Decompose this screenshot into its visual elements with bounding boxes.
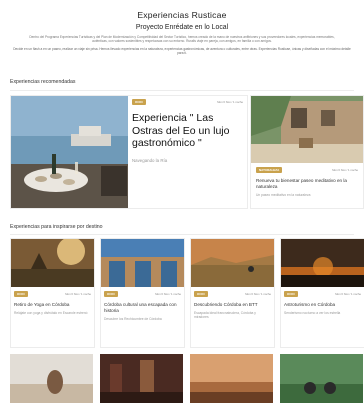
card-image — [281, 239, 364, 287]
featured-image — [11, 96, 128, 208]
card-title[interactable]: Retiro de Yoga en Córdoba — [14, 302, 91, 308]
category-badge: NATURALEZA — [256, 167, 283, 173]
category-badge: OCIO — [104, 291, 118, 297]
date-label: Mon 6 Nov / 1 noche — [65, 292, 91, 296]
card-title[interactable]: Renueva tu bienestar paseo meditativo en… — [256, 178, 358, 190]
date-label: Mon 6 Nov / 1 noche — [332, 168, 358, 172]
side-experience-card[interactable]: NATURALEZA Mon 6 Nov / 1 noche Renueva t… — [250, 95, 364, 209]
card-title[interactable]: Descubriendo Córdoba en BTT — [194, 302, 271, 308]
experience-card[interactable]: OCIO Mon 6 Nov / 1 noche Astroturismo en… — [280, 238, 364, 348]
divider — [10, 90, 354, 91]
featured-description: Navegando la Ría — [132, 157, 168, 163]
featured-body: OCIO Mon 6 Nov / 1 noche Experiencia " L… — [132, 99, 243, 208]
card-description: Relájate con yoga y disfrútalo en Escaro… — [14, 310, 88, 315]
card-description: Un paseo meditativo en la naturaleza — [256, 192, 311, 197]
section-title-recommended: Experiencias recomendadas — [10, 79, 76, 85]
card-description: Descubre los Rechicumbre de Córdoba — [104, 316, 162, 321]
intro-paragraph-2: Decide en un flash a en un paseo, realiz… — [13, 47, 351, 56]
experience-thumbnail[interactable] — [100, 354, 183, 403]
card-title[interactable]: Córdoba cultural una escapada con histor… — [104, 302, 181, 314]
more-experiences-row — [10, 354, 363, 403]
side-card-image — [251, 96, 363, 163]
experience-thumbnail[interactable] — [10, 354, 93, 403]
destination-cards: OCIO Mon 6 Nov / 1 noche Retiro de Yoga … — [10, 238, 364, 348]
brand-title[interactable]: Experiencias Rusticae — [0, 10, 364, 20]
date-label: Mon 6 Nov / 1 noche — [245, 292, 271, 296]
page-subtitle: Proyecto Enrédate en lo Local — [135, 24, 229, 31]
experience-thumbnail[interactable] — [190, 354, 273, 403]
date-label: Mon 6 Nov / 1 noche — [155, 292, 181, 296]
card-description: Escapada ideal francnatrudera, Córdoba y… — [194, 310, 256, 319]
experience-card[interactable]: OCIO Mon 6 Nov / 1 noche Córdoba cultura… — [100, 238, 185, 348]
divider — [10, 234, 354, 235]
category-badge: OCIO — [132, 99, 146, 105]
category-badge: OCIO — [194, 291, 208, 297]
experience-card[interactable]: OCIO Mon 6 Nov / 1 noche Retiro de Yoga … — [10, 238, 95, 348]
section-title-destination: Experiencias para inspirarse por destino — [10, 224, 103, 230]
card-image — [101, 239, 184, 287]
card-description: Senderismo nocturno a ver los estrella — [284, 310, 341, 315]
date-label: Mon 6 Nov / 1 noche — [217, 100, 243, 104]
card-image — [191, 239, 274, 287]
category-badge: OCIO — [284, 291, 298, 297]
card-image — [11, 239, 94, 287]
page: Experiencias Rusticae Proyecto Enrédate … — [0, 0, 364, 403]
featured-title[interactable]: Experiencia " Las Ostras del Eo un lujo … — [132, 112, 243, 150]
featured-experience-card[interactable]: OCIO Mon 6 Nov / 1 noche Experiencia " L… — [10, 95, 248, 209]
experience-card[interactable]: OCIO Mon 6 Nov / 1 noche Descubriendo Có… — [190, 238, 275, 348]
date-label: Mon 6 Nov / 1 noche — [335, 292, 361, 296]
card-title[interactable]: Astroturismo en Córdoba — [284, 302, 361, 308]
category-badge: OCIO — [14, 291, 28, 297]
page-header: Experiencias Rusticae Proyecto Enrédate … — [0, 0, 364, 55]
intro-paragraph: Dentro del Programa Experiencias Turísti… — [29, 35, 335, 44]
experience-thumbnail[interactable] — [280, 354, 363, 403]
